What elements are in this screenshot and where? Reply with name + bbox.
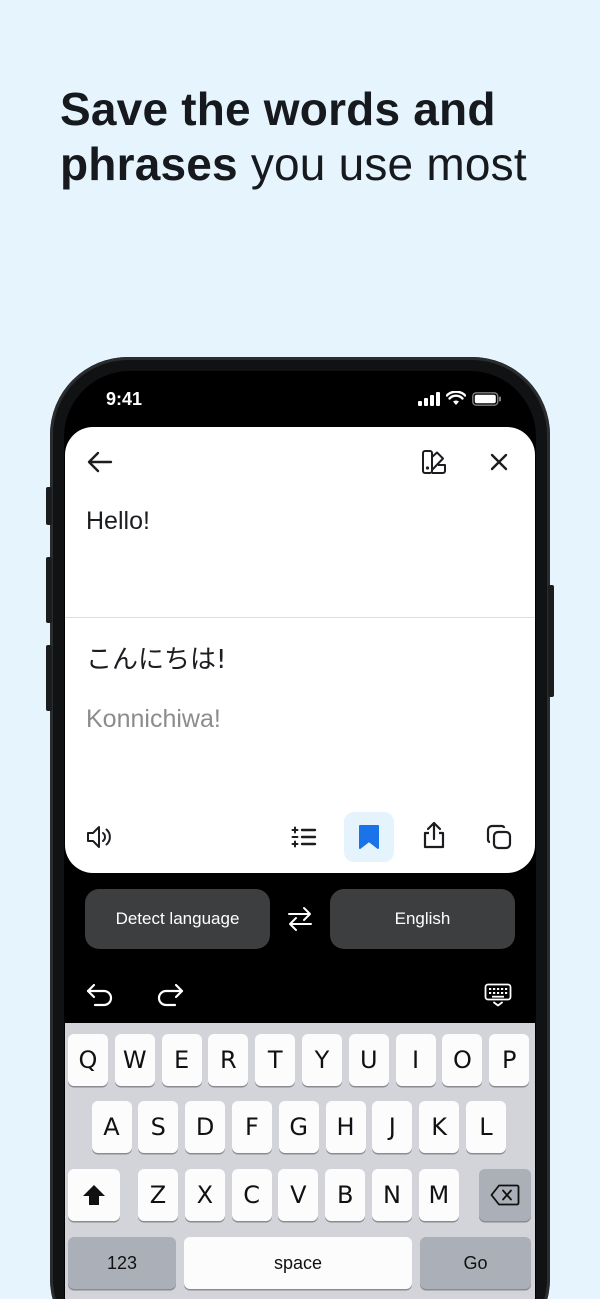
phone-screen: 9:41 Hello! こんにちは! Konnichiwa! Detect la… — [64, 371, 536, 1299]
close-button[interactable] — [479, 442, 519, 482]
language-selector-row: Detect language English — [64, 889, 536, 949]
source-text[interactable]: Hello! — [86, 507, 150, 536]
translated-text: こんにちは! — [86, 645, 227, 675]
color-palette-icon — [422, 450, 446, 474]
wifi-icon — [446, 391, 466, 405]
listen-button[interactable] — [80, 817, 120, 857]
translation-card: Hello! こんにちは! Konnichiwa! — [65, 427, 535, 873]
headline-light-line2: you use most — [250, 138, 527, 190]
space-key[interactable]: space — [184, 1237, 412, 1289]
key-y[interactable]: Y — [302, 1034, 342, 1086]
go-key[interactable]: Go — [420, 1237, 531, 1289]
theme-button[interactable] — [414, 442, 454, 482]
transliteration-text: Konnichiwa! — [86, 705, 221, 733]
undo-icon — [86, 983, 113, 1007]
key-g[interactable]: G — [278, 1101, 319, 1153]
key-t[interactable]: T — [255, 1034, 296, 1086]
back-arrow-icon — [87, 451, 113, 473]
battery-icon — [472, 391, 501, 406]
result-toolbar — [65, 811, 535, 863]
share-button[interactable] — [414, 815, 454, 855]
save-button[interactable] — [344, 812, 394, 862]
shift-icon — [83, 1185, 105, 1205]
redo-button[interactable] — [150, 975, 190, 1015]
panel-divider — [65, 617, 535, 618]
signal-icon — [418, 391, 440, 406]
phone-power-button — [548, 585, 554, 697]
phone-volume-up — [46, 557, 52, 623]
status-time: 9:41 — [106, 389, 143, 409]
back-button[interactable] — [80, 442, 120, 482]
key-k[interactable]: K — [419, 1101, 460, 1153]
alternatives-button[interactable] — [284, 817, 324, 857]
undo-button[interactable] — [80, 975, 120, 1015]
list-icon — [291, 826, 317, 848]
phone-volume-down — [46, 645, 52, 711]
status-bar: 9:41 — [64, 371, 536, 427]
copy-icon — [486, 824, 512, 850]
backspace-icon — [490, 1184, 520, 1206]
source-language-button[interactable]: Detect language — [85, 889, 270, 949]
key-a[interactable]: A — [91, 1101, 132, 1153]
redo-icon — [157, 983, 184, 1007]
swap-arrows-icon — [288, 907, 312, 931]
share-icon — [423, 821, 445, 849]
key-i[interactable]: I — [395, 1034, 436, 1086]
swap-languages-button[interactable] — [280, 899, 320, 939]
key-b[interactable]: B — [325, 1169, 366, 1221]
key-d[interactable]: D — [185, 1101, 226, 1153]
key-j[interactable]: J — [372, 1101, 413, 1153]
hide-keyboard-button[interactable] — [478, 975, 518, 1015]
key-q[interactable]: Q — [68, 1034, 108, 1086]
key-o[interactable]: O — [442, 1034, 483, 1086]
key-r[interactable]: R — [208, 1034, 249, 1086]
headline: Save the words and phrases you use most — [60, 82, 580, 192]
shift-key[interactable] — [68, 1169, 120, 1221]
phone-frame: 9:41 Hello! こんにちは! Konnichiwa! Detect la… — [46, 357, 554, 1299]
keyboard-icon — [484, 983, 512, 1007]
key-u[interactable]: U — [348, 1034, 389, 1086]
onscreen-keyboard: Q W E R T Y U I O P A S D F G H J K L Z X C V B N M 123 space Go — [65, 1023, 535, 1299]
key-w[interactable]: W — [114, 1034, 155, 1086]
key-p[interactable]: P — [489, 1034, 530, 1086]
key-l[interactable]: L — [465, 1101, 506, 1153]
speaker-icon — [87, 826, 111, 848]
key-n[interactable]: N — [372, 1169, 412, 1221]
delete-key[interactable] — [479, 1169, 531, 1221]
headline-bold-line2: phrases — [60, 138, 238, 190]
key-v[interactable]: V — [278, 1169, 319, 1221]
key-e[interactable]: E — [161, 1034, 202, 1086]
phone-silent-switch — [46, 487, 52, 525]
status-icons — [418, 391, 502, 406]
key-f[interactable]: F — [231, 1101, 272, 1153]
keyboard-accessory-bar — [64, 971, 536, 1021]
key-s[interactable]: S — [138, 1101, 179, 1153]
key-m[interactable]: M — [418, 1169, 459, 1221]
close-icon — [490, 453, 508, 471]
key-x[interactable]: X — [184, 1169, 225, 1221]
numbers-key[interactable]: 123 — [68, 1237, 176, 1289]
target-language-button[interactable]: English — [330, 889, 515, 949]
copy-button[interactable] — [479, 817, 519, 857]
key-z[interactable]: Z — [138, 1169, 178, 1221]
key-c[interactable]: C — [231, 1169, 272, 1221]
key-h[interactable]: H — [325, 1101, 366, 1153]
headline-bold-line1: Save the words and — [60, 83, 496, 135]
bookmark-icon — [359, 825, 379, 849]
source-panel[interactable]: Hello! — [65, 427, 535, 617]
